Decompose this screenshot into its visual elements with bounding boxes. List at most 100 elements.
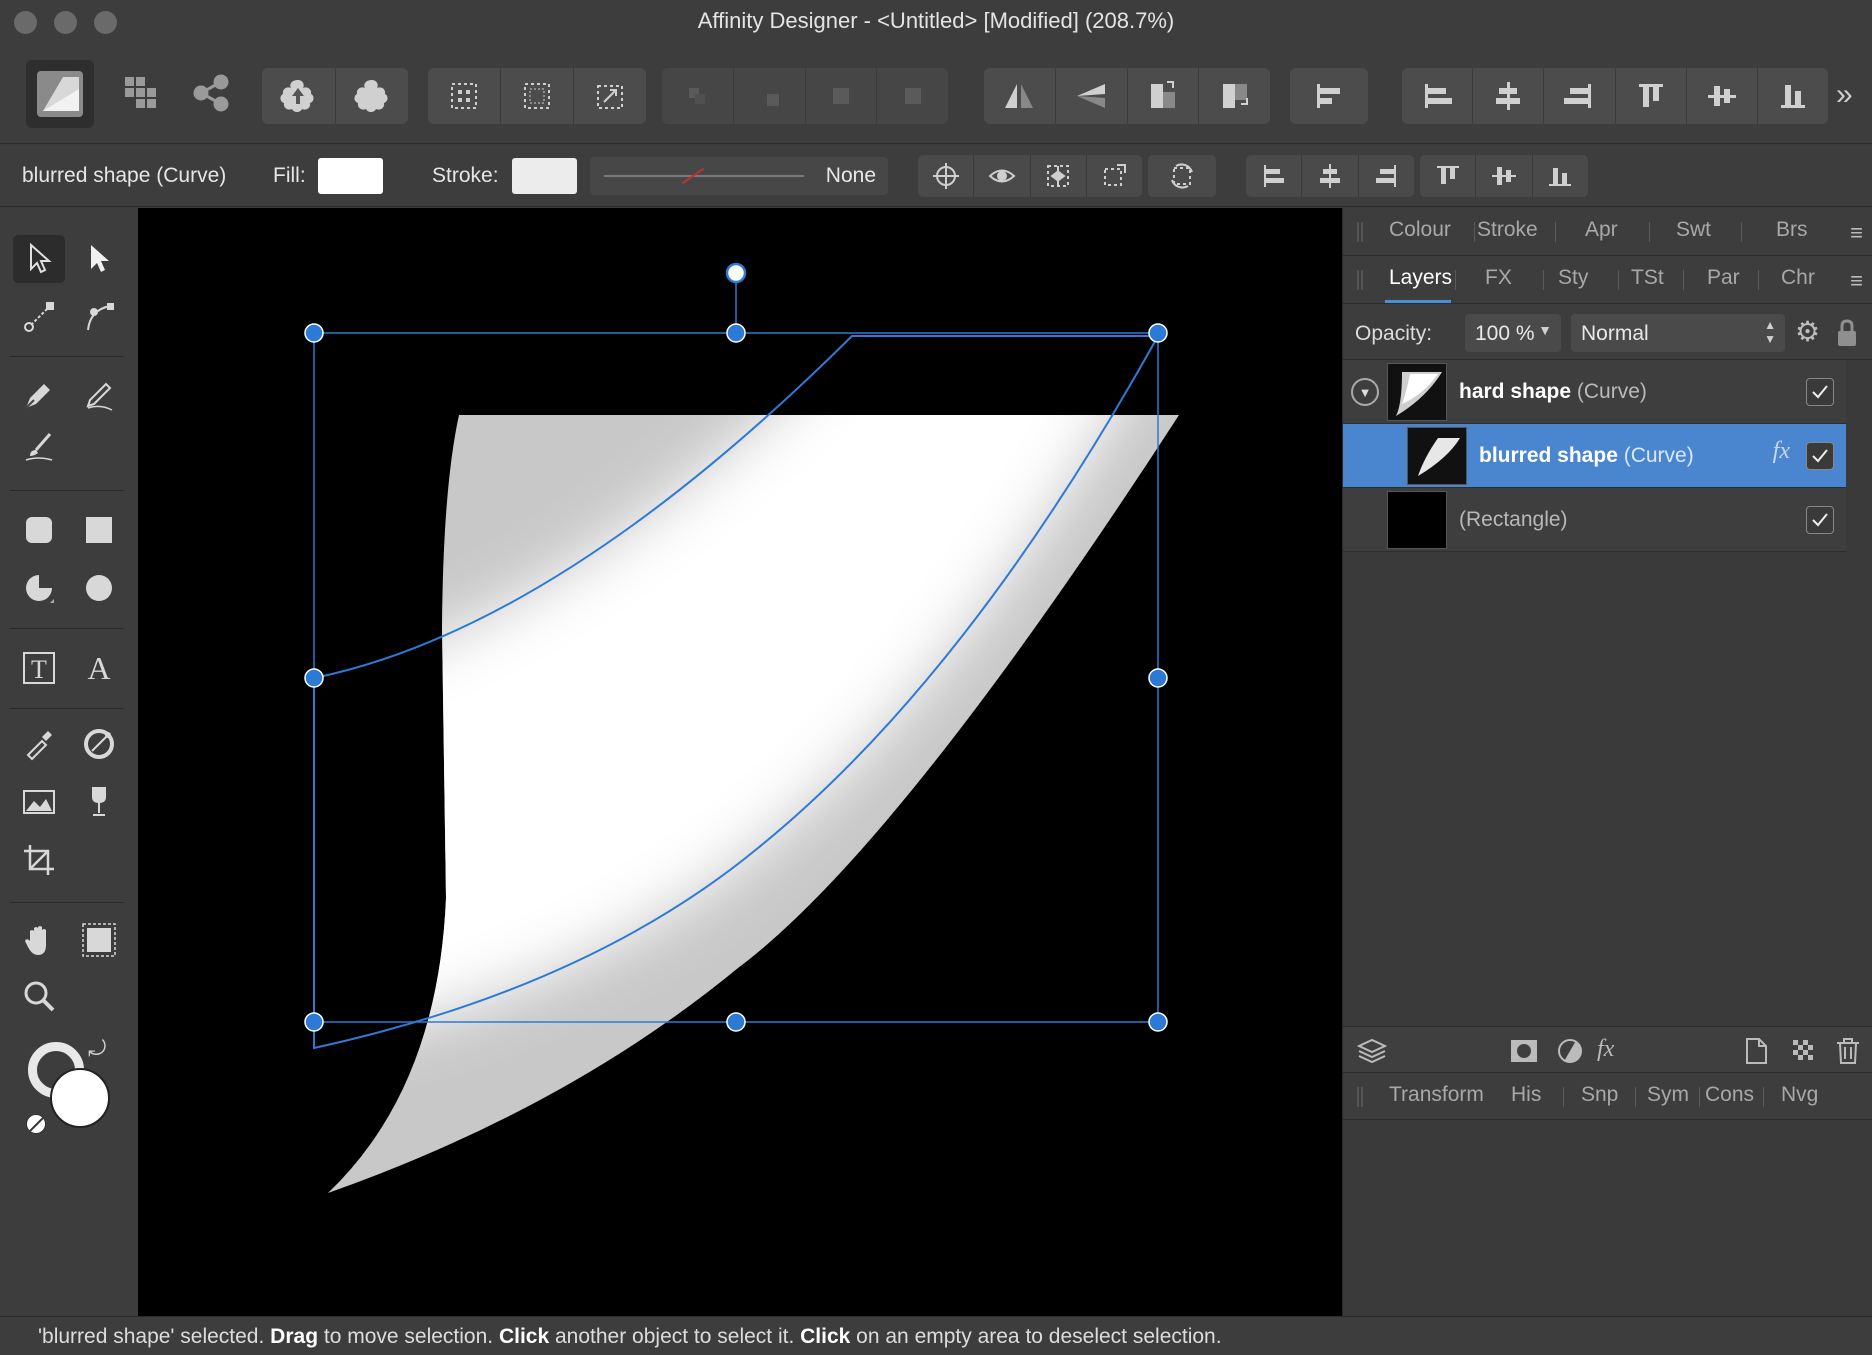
align-top-button[interactable]: [1616, 68, 1687, 124]
view-tool[interactable]: [13, 916, 65, 964]
corner-tool[interactable]: [73, 293, 125, 341]
handle-bottom-right[interactable]: [1148, 1012, 1168, 1032]
align-center-button[interactable]: [1473, 68, 1545, 124]
tab-history[interactable]: His: [1511, 1083, 1541, 1107]
designer-persona-button[interactable]: [26, 60, 94, 128]
rotate-right-button[interactable]: [1199, 68, 1270, 124]
move-tool[interactable]: [13, 235, 65, 283]
move-forward-one-button[interactable]: [806, 68, 878, 124]
handle-middle-left[interactable]: [304, 668, 324, 688]
move-to-front-button[interactable]: [877, 68, 948, 124]
tab-navigator[interactable]: Nvg: [1781, 1083, 1818, 1107]
move-back-one-button[interactable]: [734, 68, 806, 124]
toolbar-overflow-button[interactable]: »: [1836, 78, 1866, 118]
tab-snapshots[interactable]: Snp: [1581, 1083, 1618, 1107]
tab-paragraph[interactable]: Par: [1707, 266, 1740, 290]
ctx-align-left-button[interactable]: [1246, 155, 1303, 197]
layer-row-rectangle[interactable]: (Rectangle): [1343, 488, 1846, 552]
trash-icon[interactable]: [1833, 1036, 1863, 1066]
artistic-text-tool[interactable]: A: [73, 644, 125, 692]
panel-menu-icon[interactable]: ≡: [1850, 220, 1863, 246]
zoom-tool[interactable]: [13, 972, 65, 1020]
tab-symbols[interactable]: Sym: [1647, 1083, 1689, 1107]
transform-origin-button[interactable]: [918, 155, 975, 197]
ellipse-tool[interactable]: [73, 564, 125, 612]
tab-transform[interactable]: Transform: [1389, 1083, 1484, 1107]
frame-text-tool[interactable]: T: [13, 644, 65, 692]
point-transform-tool[interactable]: [13, 293, 65, 341]
handle-bottom-left[interactable]: [304, 1012, 324, 1032]
transform-snap-button[interactable]: [574, 68, 646, 124]
panel-grip-icon[interactable]: [1357, 1087, 1363, 1107]
show-selection-button[interactable]: [974, 155, 1031, 197]
move-to-back-button[interactable]: [662, 68, 734, 124]
pie-tool[interactable]: [13, 564, 65, 612]
ctx-align-middle-button[interactable]: [1476, 155, 1533, 197]
artboard-tool[interactable]: [73, 916, 125, 964]
align-middle-button[interactable]: [1687, 68, 1758, 124]
crop-tool[interactable]: [13, 836, 65, 884]
ctx-align-center-button[interactable]: [1302, 155, 1359, 197]
adjustment-icon[interactable]: [1555, 1036, 1585, 1066]
tab-appearance[interactable]: Apr: [1585, 218, 1618, 242]
tab-swatches[interactable]: Swt: [1676, 218, 1711, 242]
ctx-align-top-button[interactable]: [1420, 155, 1477, 197]
stroke-swatch[interactable]: [512, 158, 577, 194]
grid-snap-button[interactable]: [428, 68, 501, 124]
fx-icon[interactable]: fx: [1773, 438, 1790, 465]
tab-brushes[interactable]: Brs: [1776, 218, 1808, 242]
tab-colour[interactable]: Colour: [1389, 218, 1451, 242]
layer-visibility-checkbox[interactable]: [1806, 442, 1834, 470]
tab-text-styles[interactable]: TSt: [1631, 266, 1664, 290]
layer-stack-icon[interactable]: [1357, 1036, 1387, 1066]
vector-brush-tool[interactable]: [13, 423, 65, 471]
flip-vertical-button[interactable]: [1056, 68, 1128, 124]
effects-fx-icon[interactable]: fx: [1597, 1036, 1627, 1066]
panel-grip-icon[interactable]: [1357, 222, 1363, 242]
handle-top-left[interactable]: [304, 323, 324, 343]
align-bottom-button[interactable]: [1758, 68, 1828, 124]
handle-bottom-center[interactable]: [726, 1012, 746, 1032]
layer-row-blurred-shape[interactable]: blurred shape (Curve) fx: [1343, 424, 1846, 488]
shapes-button[interactable]: [336, 68, 409, 124]
handle-middle-right[interactable]: [1148, 668, 1168, 688]
rotate-selection-button[interactable]: [1148, 155, 1216, 197]
tab-constraints[interactable]: Cons: [1705, 1083, 1754, 1107]
no-color-icon[interactable]: [26, 1114, 46, 1134]
mask-layer-icon[interactable]: [1509, 1036, 1539, 1066]
rotation-handle[interactable]: [725, 262, 747, 284]
flip-horizontal-button[interactable]: [984, 68, 1056, 124]
align-right-button[interactable]: [1544, 68, 1616, 124]
transparency-tool[interactable]: [73, 778, 125, 826]
pixel-persona-button[interactable]: [118, 70, 164, 116]
tab-character[interactable]: Chr: [1781, 266, 1815, 290]
align-menu-button[interactable]: [1290, 68, 1368, 124]
ctx-align-bottom-button[interactable]: [1533, 155, 1588, 197]
pencil-tool[interactable]: [73, 371, 125, 419]
swap-colors-icon[interactable]: ⤾: [88, 1036, 106, 1062]
node-tool[interactable]: [73, 235, 125, 283]
ctx-align-right-button[interactable]: [1359, 155, 1414, 197]
layer-visibility-checkbox[interactable]: [1806, 378, 1834, 406]
add-group-icon[interactable]: [1789, 1036, 1819, 1066]
bounding-snap-button[interactable]: [501, 68, 574, 124]
tab-fx[interactable]: FX: [1485, 266, 1512, 290]
layer-visibility-checkbox[interactable]: [1806, 506, 1834, 534]
artboard[interactable]: [138, 208, 1342, 1316]
align-left-button[interactable]: [1402, 68, 1474, 124]
lock-icon[interactable]: [1835, 318, 1859, 348]
panel-menu-icon[interactable]: ≡: [1850, 268, 1863, 294]
fill-tool[interactable]: [73, 720, 125, 768]
place-image-tool[interactable]: [13, 778, 65, 826]
blend-mode-dropdown[interactable]: Normal ▲ ▼: [1571, 314, 1785, 352]
transform-objects-button[interactable]: [1087, 155, 1142, 197]
rotate-left-button[interactable]: [1128, 68, 1200, 124]
tab-styles[interactable]: Sty: [1558, 266, 1588, 290]
handle-top-right[interactable]: [1148, 323, 1168, 343]
alignment-handles-button[interactable]: [1031, 155, 1087, 197]
fill-swatch[interactable]: [318, 158, 383, 194]
tab-stroke[interactable]: Stroke: [1477, 218, 1538, 242]
handle-top-center[interactable]: [726, 323, 746, 343]
layer-row-hard-shape[interactable]: ▼ hard shape (Curve): [1343, 360, 1846, 424]
rectangle-tool[interactable]: [73, 506, 125, 554]
